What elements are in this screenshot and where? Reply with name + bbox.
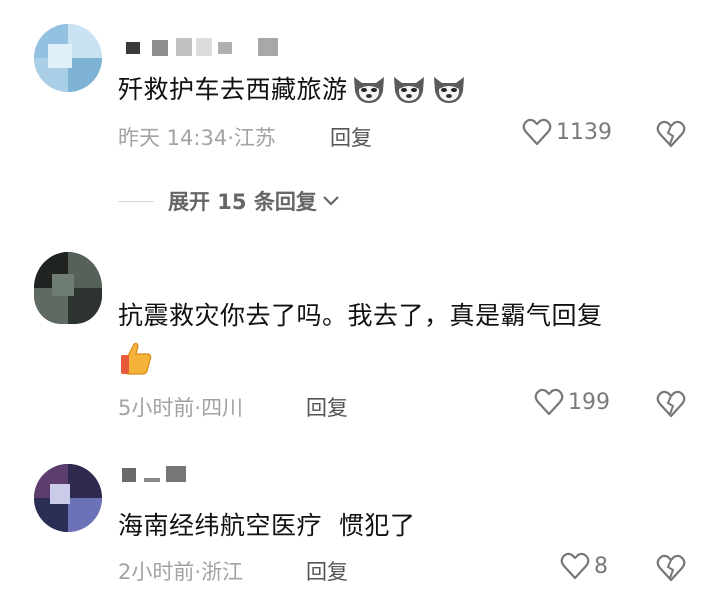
- avatar[interactable]: [34, 24, 102, 92]
- comment-3: 海南经纬航空医疗 惯犯了 2小时前·浙江 回复 8: [0, 440, 719, 592]
- like-count: 1139: [556, 119, 612, 145]
- comment-text: 海南经纬航空医疗 惯犯了: [118, 511, 416, 540]
- username-blurred[interactable]: [118, 38, 288, 58]
- location: 江苏: [233, 126, 276, 150]
- heart-outline-icon: [534, 388, 564, 416]
- avatar[interactable]: [34, 464, 102, 532]
- expand-replies[interactable]: 展开 15 条回复: [118, 186, 341, 216]
- timestamp: 2小时前: [118, 560, 195, 584]
- like-count: 8: [594, 553, 608, 579]
- timestamp: 昨天 14:34: [118, 126, 228, 150]
- reply-button[interactable]: 回复: [330, 122, 372, 152]
- location: 浙江: [201, 560, 244, 584]
- like-button[interactable]: 199: [534, 388, 610, 416]
- comment-meta: 2小时前·浙江: [118, 560, 244, 584]
- dislike-button[interactable]: [656, 390, 686, 422]
- avatar[interactable]: [34, 252, 102, 324]
- comment-meta: 5小时前·四川: [118, 396, 244, 420]
- chevron-down-icon: [323, 196, 339, 206]
- comment-2: 抗震救灾你去了吗。我去了，真是霸气回复 5小时前·四川 回复 199: [0, 240, 719, 440]
- timestamp: 5小时前: [118, 396, 195, 420]
- comment-text: 歼救护车去西藏旅游: [118, 70, 468, 111]
- husky-emoji-icon: [390, 71, 428, 111]
- reply-button[interactable]: 回复: [306, 392, 348, 422]
- expand-replies-label: 展开 15 条回复: [168, 190, 317, 214]
- thumbs-up-emoji-icon: [118, 340, 154, 380]
- comment-meta: 昨天 14:34·江苏: [118, 126, 276, 150]
- like-count: 199: [568, 389, 610, 415]
- comment-text: 抗震救灾你去了吗。我去了，真是霸气回复: [118, 301, 603, 330]
- broken-heart-icon: [656, 390, 686, 418]
- broken-heart-icon: [656, 120, 686, 148]
- husky-emoji-icon: [430, 71, 468, 111]
- dislike-button[interactable]: [656, 554, 686, 586]
- broken-heart-icon: [656, 554, 686, 582]
- reply-button[interactable]: 回复: [306, 556, 348, 586]
- dislike-button[interactable]: [656, 120, 686, 152]
- username-blurred[interactable]: [118, 466, 198, 486]
- like-button[interactable]: 1139: [522, 118, 612, 146]
- heart-outline-icon: [560, 552, 590, 580]
- divider-line: [118, 200, 154, 202]
- heart-outline-icon: [522, 118, 552, 146]
- location: 四川: [201, 396, 244, 420]
- like-button[interactable]: 8: [560, 552, 608, 580]
- comment-1: 歼救护车去西藏旅游 昨天 14:34·江苏 回复 1139 展开 15 条回复: [0, 0, 719, 240]
- husky-emoji-icon: [350, 71, 388, 111]
